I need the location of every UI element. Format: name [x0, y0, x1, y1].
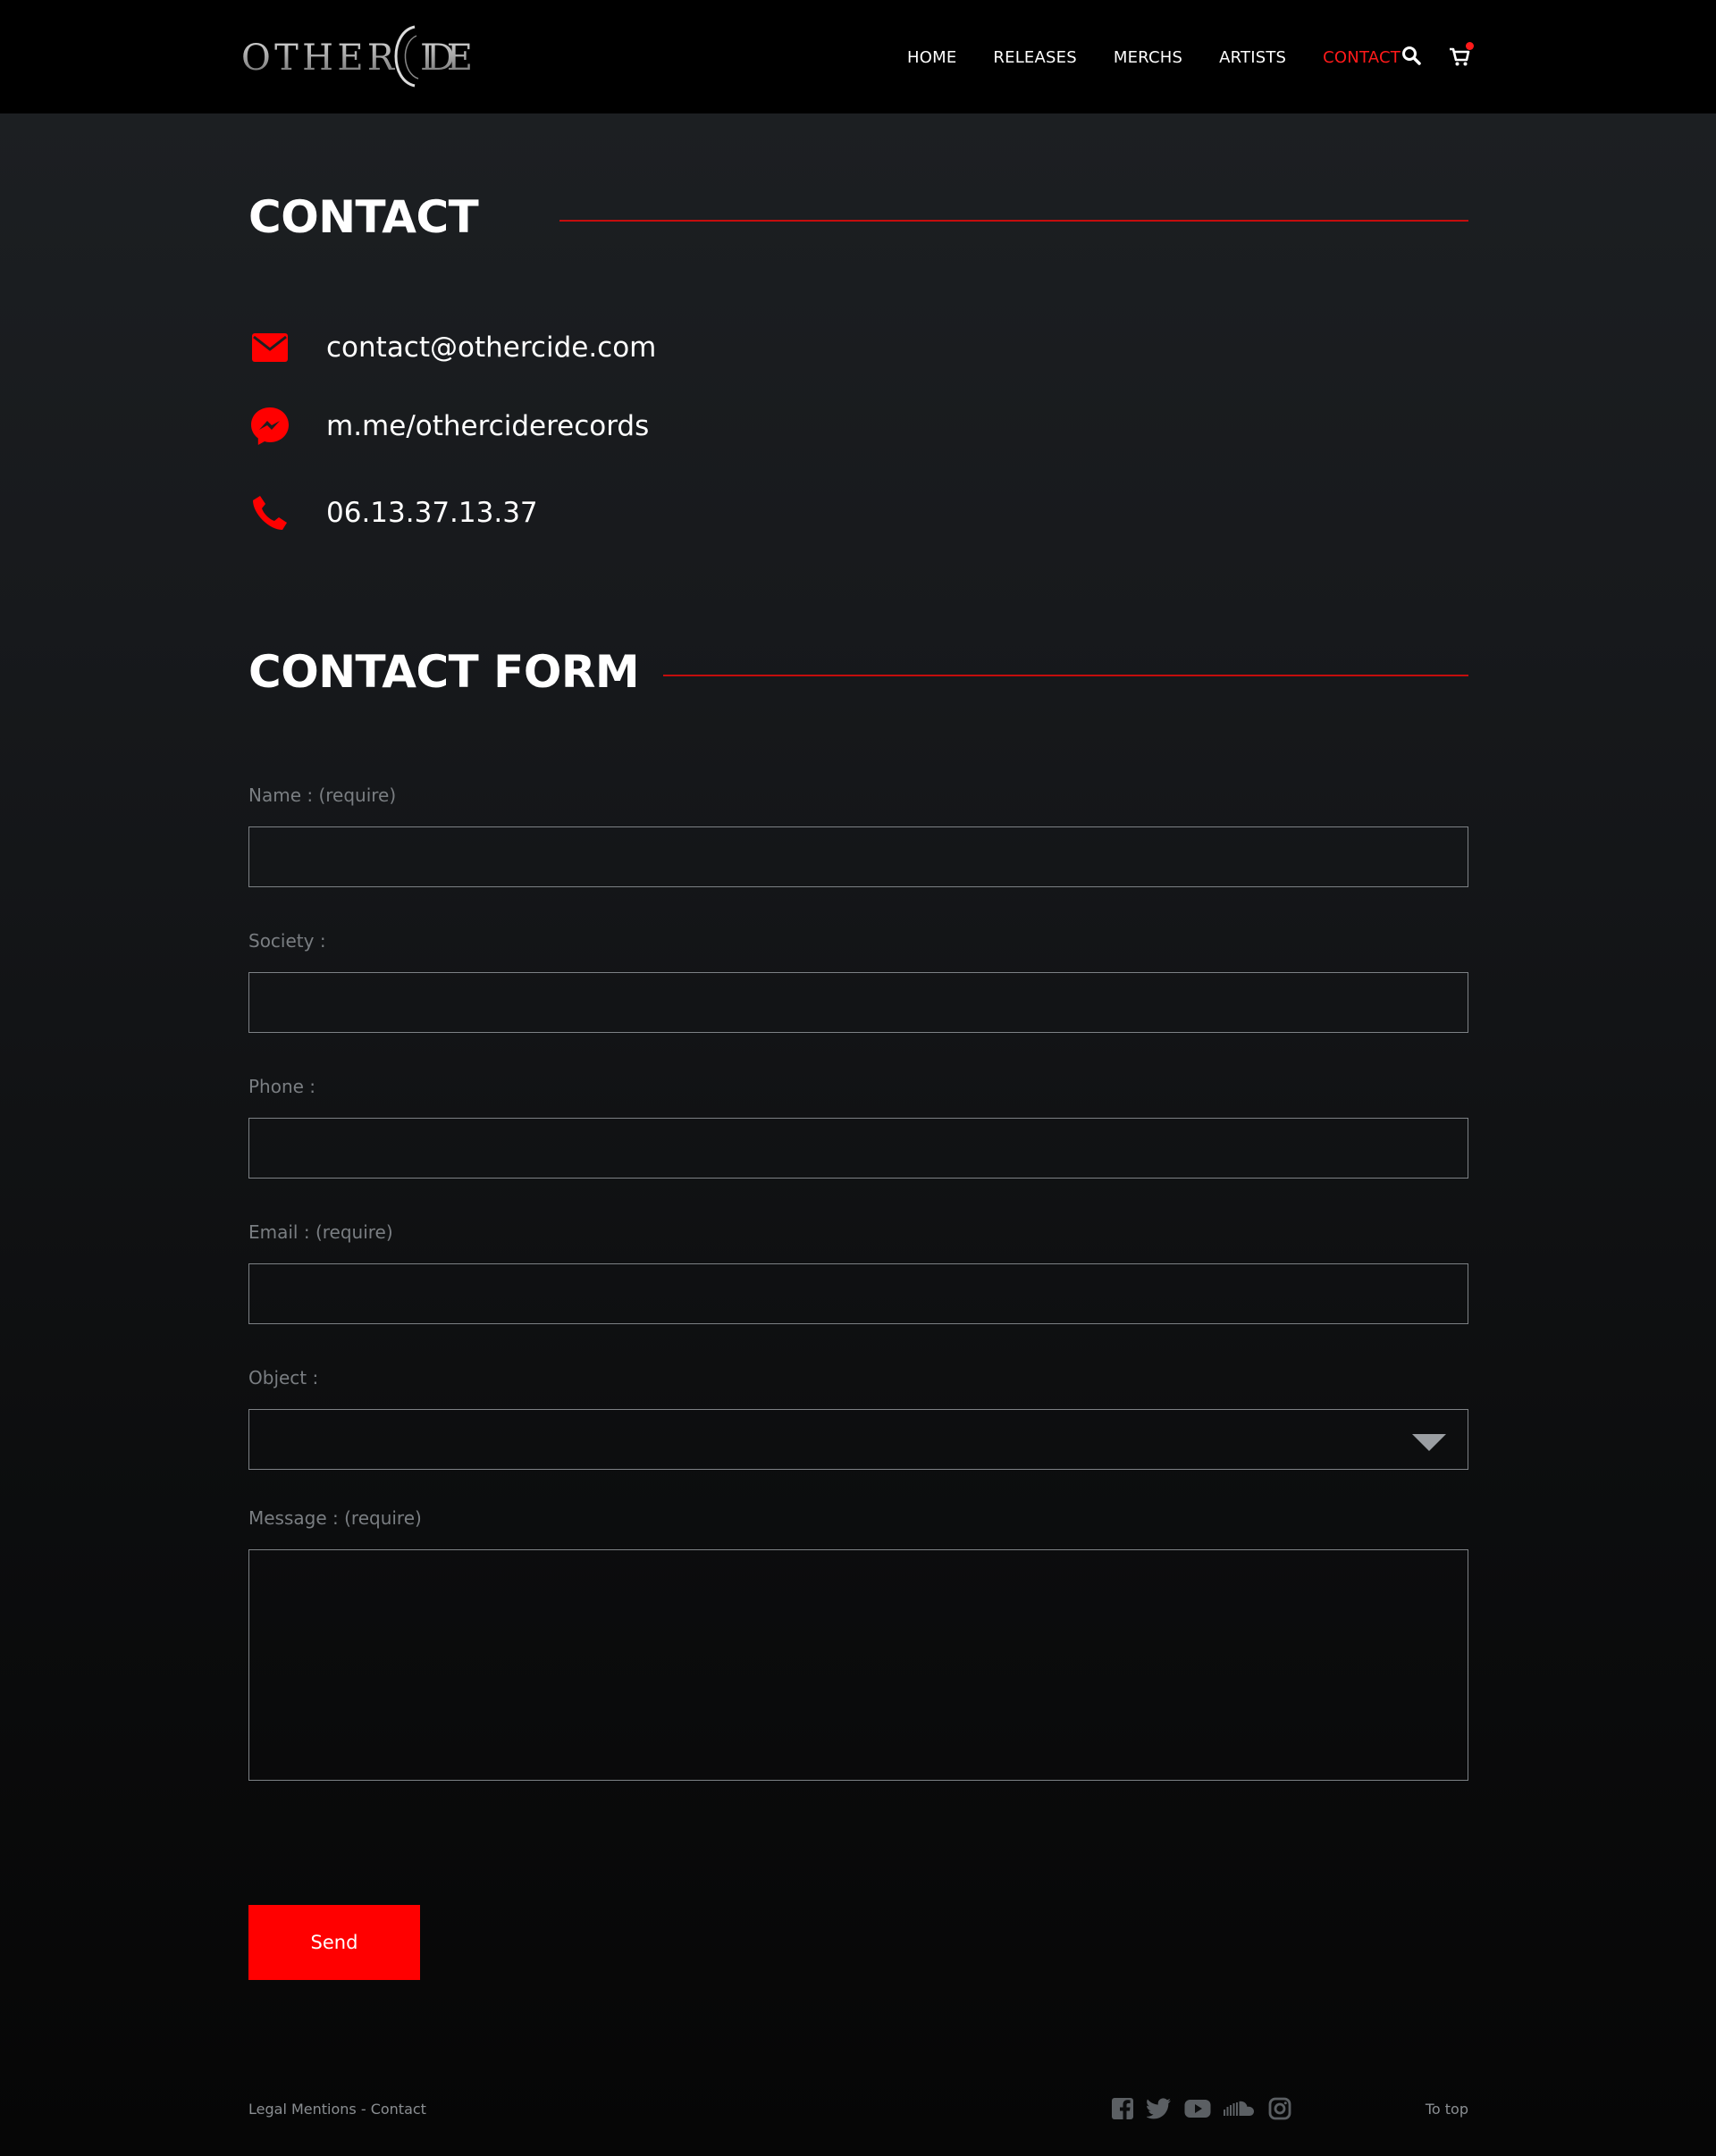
youtube-icon[interactable]: [1184, 2099, 1211, 2118]
contact-form-heading: CONTACT FORM: [248, 646, 640, 698]
contact-heading-rule: [559, 220, 1468, 222]
soundcloud-icon[interactable]: [1224, 2100, 1256, 2118]
email-input[interactable]: [248, 1263, 1468, 1324]
mail-icon: [248, 326, 291, 369]
society-input[interactable]: [248, 972, 1468, 1033]
cart-badge: [1466, 42, 1474, 50]
main-nav: HOME RELEASES MERCHS ARTISTS CONTACT: [907, 46, 1437, 68]
contact-messenger-row: m.me/otherciderecords: [248, 403, 649, 449]
social-links: [1111, 2097, 1304, 2120]
name-label: Name : (require): [248, 784, 397, 806]
svg-text:IDE: IDE: [420, 38, 472, 79]
contact-email-link[interactable]: contact@othercide.com: [326, 331, 656, 364]
object-label: Object :: [248, 1367, 319, 1388]
contact-phone-link[interactable]: 06.13.37.13.37: [326, 497, 538, 529]
footer-links[interactable]: Legal Mentions - Contact: [248, 2101, 426, 2118]
nav-contact[interactable]: CONTACT: [1323, 48, 1401, 67]
messenger-icon: [248, 405, 291, 448]
phone-label: Phone :: [248, 1076, 316, 1097]
name-input[interactable]: [248, 826, 1468, 887]
facebook-icon[interactable]: [1111, 2097, 1134, 2120]
to-top-link[interactable]: To top: [1426, 2101, 1468, 2118]
othercide-logo[interactable]: OTHER IDE: [240, 23, 474, 89]
contact-email-row: contact@othercide.com: [248, 324, 656, 371]
instagram-icon[interactable]: [1268, 2097, 1291, 2120]
object-select[interactable]: [248, 1409, 1468, 1470]
twitter-icon[interactable]: [1147, 2098, 1172, 2119]
nav-home[interactable]: HOME: [907, 48, 956, 67]
contact-heading: CONTACT: [248, 191, 479, 243]
society-label: Society :: [248, 930, 326, 952]
top-navigation-bar: OTHER IDE HOME RELEASES MERCHS ARTISTS C…: [0, 0, 1716, 113]
dropdown-arrow-icon: [1412, 1434, 1446, 1451]
message-label: Message : (require): [248, 1507, 422, 1529]
nav-releases[interactable]: RELEASES: [993, 48, 1076, 67]
message-textarea[interactable]: [248, 1549, 1468, 1781]
contact-form-heading-rule: [663, 675, 1468, 676]
search-icon[interactable]: [1401, 45, 1424, 68]
phone-input[interactable]: [248, 1118, 1468, 1179]
svg-text:OTHER: OTHER: [241, 38, 396, 79]
nav-merchs[interactable]: MERCHS: [1114, 48, 1182, 67]
email-label: Email : (require): [248, 1221, 393, 1243]
contact-messenger-link[interactable]: m.me/otherciderecords: [326, 410, 649, 442]
contact-phone-row: 06.13.37.13.37: [248, 490, 538, 536]
nav-artists[interactable]: ARTISTS: [1219, 48, 1286, 67]
send-button[interactable]: Send: [248, 1905, 420, 1980]
phone-icon: [248, 491, 291, 534]
